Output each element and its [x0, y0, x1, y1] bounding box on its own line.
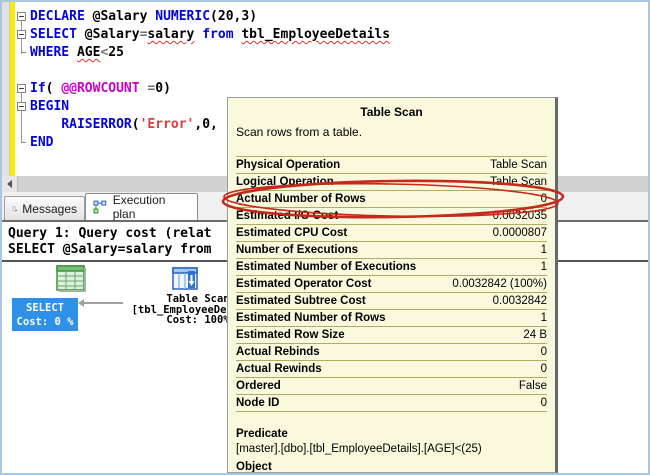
tooltip-row-label: Estimated Number of Executions: [236, 261, 417, 273]
tooltip-row-value: 0.0000807: [492, 227, 547, 239]
fold-minus-icon[interactable]: [15, 98, 30, 116]
code-text: RAISERROR('Error',0,: [61, 117, 218, 132]
code-line: SELECT @Salary=salary from tbl_EmployeeD…: [15, 26, 648, 44]
editor-margin: [2, 2, 10, 176]
tooltip-row-value: 1: [540, 312, 547, 324]
tooltip-row: Ordered False: [236, 378, 547, 395]
tooltip-row-label: Ordered: [236, 380, 281, 392]
code-text: If( @@ROWCOUNT =0): [30, 81, 171, 96]
tooltip-row-value: 0: [540, 193, 547, 205]
tooltip-row-value: 0: [540, 397, 547, 409]
tooltip-row-value: Table Scan: [490, 176, 547, 188]
tooltip-row-value: 1: [540, 244, 547, 256]
tooltip-description: Scan rows from a table.: [236, 125, 363, 139]
table-scan-tooltip: Table Scan Scan rows from a table. Physi…: [227, 97, 558, 473]
tooltip-row-value: False: [518, 380, 547, 392]
tooltip-row-label: Physical Operation: [236, 159, 341, 171]
code-line: If( @@ROWCOUNT =0): [15, 80, 648, 98]
tooltip-row: Estimated Row Size 24 B: [236, 327, 547, 344]
tooltip-row-value: 0: [540, 346, 547, 358]
messages-icon: [12, 205, 17, 211]
code-text: SELECT @Salary=salary from tbl_EmployeeD…: [30, 27, 391, 42]
tooltip-predicate-header: Predicate: [236, 428, 288, 440]
tooltip-row: Estimated Number of Executions 1: [236, 259, 547, 276]
query-text-header[interactable]: SELECT @Salary=salary from: [8, 242, 212, 257]
ssms-window: DECLARE @Salary NUMERIC(20,3) SELECT @Sal…: [0, 0, 650, 475]
tooltip-row-label: Estimated Subtree Cost: [236, 295, 366, 307]
tooltip-row-value: 0.0032842 (100%): [452, 278, 547, 290]
tooltip-rows: Physical Operation Table Scan Logical Oper…: [236, 156, 547, 412]
tooltip-row: Estimated CPU Cost 0.0000807: [236, 225, 547, 242]
tooltip-row-label: Estimated Operator Cost: [236, 278, 372, 290]
tooltip-row-value: 1: [540, 261, 547, 273]
tooltip-row-value: 0.0032035: [492, 210, 547, 222]
select-node-icon[interactable]: [55, 265, 87, 293]
tooltip-row: Number of Executions 1: [236, 242, 547, 259]
code-text: DECLARE @Salary NUMERIC(20,3): [30, 9, 258, 24]
tooltip-row-value: 0.0032842: [492, 295, 547, 307]
arrow-shaft: [83, 302, 123, 304]
query-cost-header: Query 1: Query cost (relat: [8, 226, 212, 241]
select-node-cost: Cost: 0 %: [16, 316, 74, 328]
tooltip-row-label: Node ID: [236, 397, 280, 409]
tooltip-row: Estimated Number of Rows 1: [236, 310, 547, 327]
tooltip-row: Actual Rebinds 0: [236, 344, 547, 361]
tooltip-clipped-label: Object: [236, 461, 272, 473]
code-text: WHERE AGE<25: [30, 45, 124, 60]
tooltip-row-highlighted: Actual Number of Rows 0: [236, 191, 547, 208]
tooltip-row-value: 0: [540, 363, 547, 375]
tooltip-row-value: 24 B: [523, 329, 547, 341]
execution-plan-icon: [93, 200, 107, 213]
code-text: BEGIN: [30, 99, 70, 114]
tooltip-row-label: Estimated I/O Cost: [236, 210, 339, 222]
select-node[interactable]: SELECT Cost: 0 %: [12, 298, 78, 331]
fold-minus-icon[interactable]: [15, 8, 30, 26]
tab-messages[interactable]: Messages: [4, 196, 85, 220]
code-line: WHERE AGE<25: [15, 44, 648, 62]
tooltip-row: Estimated I/O Cost 0.0032035: [236, 208, 547, 225]
tooltip-row-label: Actual Number of Rows: [236, 193, 366, 205]
tooltip-row: Logical Operation Table Scan: [236, 174, 547, 191]
tooltip-predicate-value: [master].[dbo].[tbl_EmployeeDetails].[AG…: [236, 443, 482, 455]
tooltip-row: Estimated Subtree Cost 0.0032842: [236, 293, 547, 310]
tooltip-title: Table Scan: [360, 105, 423, 119]
tab-label: Execution plan: [112, 193, 166, 221]
tab-execution-plan[interactable]: Execution plan: [85, 193, 198, 221]
tooltip-row-value: Table Scan: [490, 159, 547, 171]
table-scan-icon[interactable]: [172, 267, 198, 291]
tooltip-row-label: Logical Operation: [236, 176, 334, 188]
tooltip-row-label: Estimated CPU Cost: [236, 227, 348, 239]
fold-tick: [15, 44, 30, 62]
scroll-left-icon[interactable]: [2, 176, 18, 192]
code-line: DECLARE @Salary NUMERIC(20,3): [15, 8, 648, 26]
plan-arrow: [78, 299, 124, 307]
left-triangle-icon: [7, 180, 12, 188]
fold-tick: [15, 134, 30, 152]
tooltip-row: Estimated Operator Cost 0.0032842 (100%): [236, 276, 547, 293]
tooltip-row-label: Actual Rebinds: [236, 346, 320, 358]
code-line: [15, 62, 648, 80]
tab-label: Messages: [22, 201, 77, 216]
code-text: END: [30, 135, 54, 150]
tooltip-row: Physical Operation Table Scan: [236, 157, 547, 174]
tooltip-row-label: Estimated Row Size: [236, 329, 345, 341]
tooltip-row-label: Actual Rewinds: [236, 363, 322, 375]
fold-minus-icon[interactable]: [15, 80, 30, 98]
tooltip-row-label: Number of Executions: [236, 244, 359, 256]
fold-minus-icon[interactable]: [15, 26, 30, 44]
tooltip-row: Node ID 0: [236, 395, 547, 412]
tooltip-row: Actual Rewinds 0: [236, 361, 547, 378]
select-node-title: SELECT: [26, 302, 64, 314]
tooltip-row-label: Estimated Number of Rows: [236, 312, 386, 324]
